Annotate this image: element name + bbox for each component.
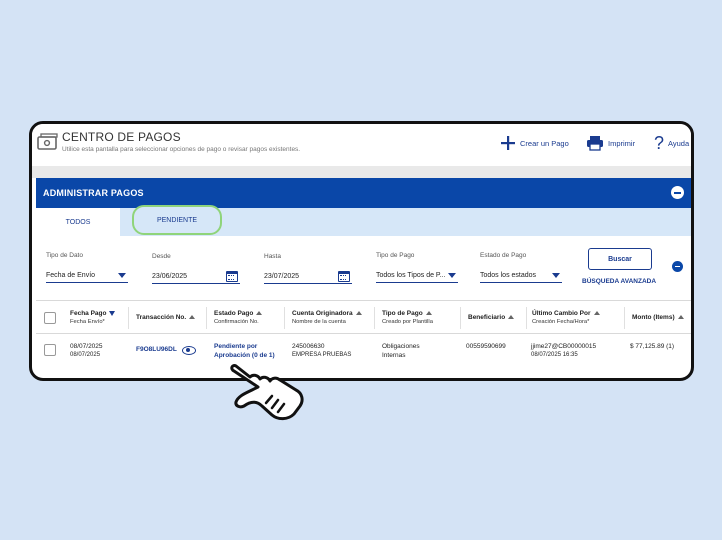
column-cuenta-originadora[interactable]: Cuenta Originadora Nombre de la cuenta	[292, 309, 362, 327]
sort-up-icon	[425, 311, 432, 316]
section-header: ADMINISTRAR PAGOS	[36, 178, 691, 208]
sort-up-icon	[508, 315, 515, 320]
help-label: Ayuda	[668, 138, 690, 148]
cuenta-nombre-cell: EMPRESA PRUEBAS	[292, 352, 352, 358]
advanced-search-link[interactable]: BÚSQUEDA AVANZADA	[582, 278, 656, 285]
column-divider	[624, 307, 625, 329]
desde-value: 23/06/2025	[152, 273, 188, 280]
hasta-label: Hasta	[264, 253, 281, 260]
tab-todos[interactable]: TODOS	[36, 208, 120, 236]
estado-pago-label: Estado de Pago	[480, 252, 527, 259]
plus-icon	[501, 136, 515, 150]
tipo-pago-cell: Obligaciones Internas	[382, 343, 420, 359]
sort-up-icon	[256, 311, 263, 316]
beneficiario-cell: 00559590699	[466, 343, 506, 350]
collapse-filters-button[interactable]	[672, 261, 683, 272]
column-estado-pago[interactable]: Estado Pago Confirmación No.	[214, 309, 263, 327]
column-label: Monto (Items)	[632, 314, 675, 321]
chevron-down-icon	[118, 273, 126, 278]
column-label: Estado Pago	[214, 310, 254, 317]
fecha-pago-cell: 08/07/2025	[70, 343, 103, 350]
print-label: Imprimir	[608, 138, 636, 148]
help-icon: ?	[654, 133, 665, 153]
tipo-dato-value: Fecha de Envío	[46, 272, 96, 279]
collapse-section-button[interactable]	[671, 186, 684, 199]
eye-icon[interactable]	[182, 346, 196, 355]
fecha-envio-cell: 08/07/2025	[70, 352, 101, 358]
table-header: Fecha Pago Fecha Envío* Transacción No. …	[36, 300, 691, 334]
column-divider	[460, 307, 461, 329]
page-subtitle: Utilice esta pantalla para seleccionar o…	[62, 146, 301, 153]
column-sublabel: Fecha Envío*	[70, 319, 105, 325]
column-tipo-pago[interactable]: Tipo de Pago Creado por Plantilla	[382, 309, 433, 327]
column-transaccion[interactable]: Transacción No.	[136, 313, 196, 322]
column-monto[interactable]: Monto (Items)	[632, 313, 684, 322]
payments-icon	[37, 133, 58, 150]
app-window: CENTRO DE PAGOS Utilice esta pantalla pa…	[29, 121, 694, 381]
tipo-pago-value: Todos los Tipos de P...	[376, 272, 446, 279]
chevron-down-icon	[448, 273, 456, 278]
print-button[interactable]: Imprimir	[586, 135, 635, 151]
sort-down-icon	[109, 310, 116, 316]
top-header: CENTRO DE PAGOS Utilice esta pantalla pa…	[32, 124, 691, 166]
search-button[interactable]: Buscar	[588, 248, 652, 270]
tipo-dato-select[interactable]: Fecha de Envío	[46, 269, 128, 283]
calendar-icon[interactable]	[226, 271, 238, 282]
desde-date-field[interactable]: 23/06/2025	[152, 270, 240, 284]
column-label: Beneficiario	[468, 314, 506, 321]
column-ultimo-cambio[interactable]: Último Cambio Por Creación Fecha/Hora*	[532, 309, 600, 327]
column-label: Último Cambio Por	[532, 310, 591, 317]
printer-icon	[587, 136, 603, 151]
chevron-down-icon	[552, 273, 560, 278]
page-title: CENTRO DE PAGOS	[62, 130, 181, 144]
column-label: Cuenta Originadora	[292, 310, 353, 317]
estado-pago-link[interactable]: Pendiente por Aprobación (0 de 1)	[214, 342, 278, 360]
ultimo-cambio-cell: jjime27@CB00000015	[531, 343, 597, 350]
sort-up-icon	[677, 315, 684, 320]
section-title: ADMINISTRAR PAGOS	[43, 188, 144, 198]
calendar-icon[interactable]	[338, 271, 350, 282]
row-checkbox[interactable]	[44, 344, 56, 356]
column-divider	[128, 307, 129, 329]
creacion-cell: 08/07/2025 16:35	[531, 352, 578, 358]
sort-up-icon	[593, 311, 600, 316]
hasta-value: 23/07/2025	[264, 273, 300, 280]
cuenta-cell: 245006630	[292, 343, 325, 350]
hasta-date-field[interactable]: 23/07/2025	[264, 270, 352, 284]
sort-up-icon	[355, 311, 362, 316]
column-divider	[284, 307, 285, 329]
estado-pago-value: Todos los estados	[480, 272, 537, 279]
tipo-dato-label: Tipo de Dato	[46, 252, 83, 259]
help-button[interactable]: ? Ayuda	[654, 133, 690, 153]
column-label: Transacción No.	[136, 314, 187, 321]
tab-pendiente[interactable]: PENDIENTE	[132, 205, 222, 235]
pointing-hand-icon	[230, 364, 304, 421]
column-beneficiario[interactable]: Beneficiario	[468, 313, 515, 322]
tipo-pago-label: Tipo de Pago	[376, 252, 415, 259]
create-payment-button[interactable]: Crear un Pago	[500, 135, 569, 151]
desde-label: Desde	[152, 253, 171, 260]
monto-cell: $ 77,125.89 (1)	[630, 343, 675, 350]
column-label: Tipo de Pago	[382, 310, 423, 317]
create-payment-label: Crear un Pago	[520, 138, 569, 148]
column-sublabel: Creado por Plantilla	[382, 319, 433, 325]
transaction-link[interactable]: F9O8LU96DL	[136, 345, 177, 354]
column-sublabel: Creación Fecha/Hora*	[532, 319, 590, 325]
tab-bar: TODOS PENDIENTE	[36, 205, 691, 236]
column-divider	[526, 307, 527, 329]
select-all-checkbox[interactable]	[44, 312, 56, 324]
column-fecha-pago[interactable]: Fecha Pago Fecha Envío*	[70, 309, 116, 327]
column-label: Fecha Pago	[70, 310, 107, 317]
column-divider	[206, 307, 207, 329]
column-sublabel: Confirmación No.	[214, 319, 259, 325]
sort-up-icon	[189, 315, 196, 320]
tipo-pago-select[interactable]: Todos los Tipos de P...	[376, 269, 458, 283]
header-divider	[32, 166, 691, 178]
column-divider	[374, 307, 375, 329]
column-sublabel: Nombre de la cuenta	[292, 319, 346, 325]
estado-pago-select[interactable]: Todos los estados	[480, 269, 562, 283]
